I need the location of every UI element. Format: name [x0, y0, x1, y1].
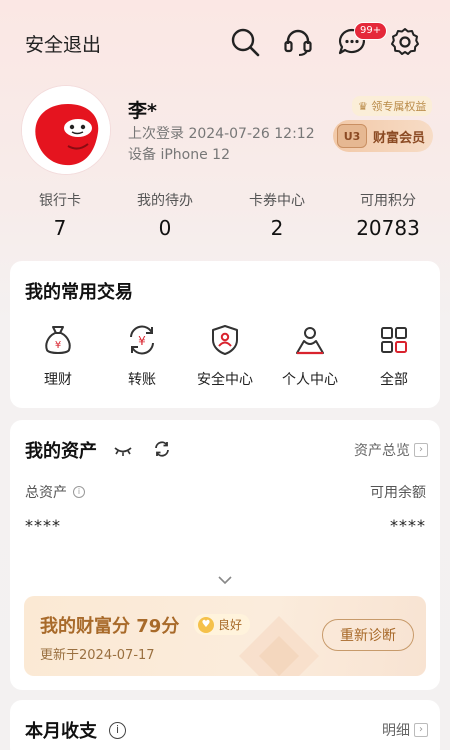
- tx-label: 转账: [128, 372, 156, 388]
- svg-text:¥: ¥: [138, 334, 146, 348]
- rediagnose-button[interactable]: 重新诊断: [322, 619, 414, 651]
- settings-icon[interactable]: [389, 26, 421, 58]
- stat-label: 可用积分: [360, 193, 416, 209]
- eye-hidden-icon[interactable]: [114, 442, 132, 461]
- tx-wealth-management[interactable]: ¥ 理财: [15, 323, 101, 389]
- account-stats: 银行卡 7 我的待办 0 卡券中心 2 可用积分 20783: [0, 190, 450, 250]
- profile-section: 李* 上次登录 2024-07-26 12:12 设备 iPhone 12 ♛ …: [0, 86, 450, 186]
- frequent-transactions-card: 我的常用交易 ¥ 理财 ¥ 转账 安全中心 个人中心 全部: [10, 261, 440, 408]
- svg-text:¥: ¥: [55, 340, 61, 351]
- last-login-text: 上次登录 2024-07-26 12:12: [128, 126, 315, 142]
- tx-label: 理财: [44, 372, 72, 388]
- stat-value: 20783: [356, 216, 420, 240]
- perk-label: 领专属权益: [371, 100, 427, 113]
- monthly-title-group: 本月收支 i: [25, 717, 126, 743]
- available-balance-value: ****: [390, 516, 426, 535]
- wealth-grade-label: 良好: [218, 618, 243, 632]
- total-assets-value: ****: [25, 516, 61, 535]
- stat-todo[interactable]: 我的待办 0: [110, 190, 220, 240]
- asset-overview-link[interactable]: 资产总览 ›: [354, 440, 428, 460]
- tx-label: 安全中心: [197, 372, 253, 388]
- wealth-grade-badge: ♥ 良好: [194, 614, 251, 635]
- avatar[interactable]: [22, 86, 110, 174]
- stat-label: 卡券中心: [249, 193, 305, 209]
- detail-label: 明细: [382, 723, 410, 739]
- card-title: 我的常用交易: [25, 282, 133, 303]
- transfer-icon: ¥: [99, 323, 185, 357]
- user-name: 李*: [128, 100, 157, 122]
- total-assets-label-group: 总资产 i: [25, 482, 85, 502]
- logout-button[interactable]: 安全退出: [25, 30, 101, 57]
- detail-link[interactable]: 明细 ›: [382, 720, 428, 740]
- tx-transfer[interactable]: ¥ 转账: [99, 323, 185, 389]
- monthly-title: 本月收支: [25, 721, 97, 742]
- tx-label: 个人中心: [282, 372, 338, 388]
- member-label: 财富会员: [373, 130, 426, 146]
- monthly-income-card: 本月收支 i 明细 ›: [10, 700, 440, 750]
- stat-coupons[interactable]: 卡券中心 2: [222, 190, 332, 240]
- info-icon[interactable]: i: [73, 486, 85, 498]
- wealth-score-title: 我的财富分 79分: [40, 616, 180, 637]
- stat-value: 7: [53, 216, 67, 240]
- tx-all[interactable]: 全部: [351, 323, 437, 389]
- stat-bank-cards[interactable]: 银行卡 7: [5, 190, 115, 240]
- tx-label: 全部: [380, 372, 408, 388]
- wealth-updated-text: 更新于2024-07-17: [40, 648, 155, 663]
- asset-overview-label: 资产总览: [354, 443, 410, 459]
- stat-value: 2: [270, 216, 284, 240]
- refresh-icon[interactable]: [153, 440, 171, 462]
- person-icon: [267, 323, 353, 357]
- shield-icon: [182, 323, 268, 357]
- member-badge[interactable]: U3 财富会员: [333, 120, 433, 152]
- stat-label: 银行卡: [39, 193, 81, 209]
- message-badge: 99+: [354, 22, 388, 40]
- grid-icon: [351, 323, 437, 357]
- search-icon[interactable]: [229, 26, 261, 58]
- chevron-down-icon[interactable]: [217, 570, 233, 589]
- wealth-score-panel[interactable]: 我的财富分 79分 ♥ 良好 更新于2024-07-17 重新诊断: [24, 596, 426, 676]
- exclusive-perk-link[interactable]: ♛ 领专属权益: [352, 96, 433, 116]
- assets-title: 我的资产: [25, 441, 97, 462]
- device-text: 设备 iPhone 12: [128, 147, 230, 163]
- chevron-right-icon: ›: [414, 723, 428, 737]
- chevron-right-icon: ›: [414, 443, 428, 457]
- available-balance-label: 可用余额: [370, 485, 426, 501]
- member-level-icon: U3: [337, 124, 367, 148]
- stat-label: 我的待办: [137, 193, 193, 209]
- tx-personal-center[interactable]: 个人中心: [267, 323, 353, 389]
- total-assets-label: 总资产: [25, 485, 67, 501]
- assets-card: 我的资产 资产总览 › 总资产 i 可用余额 **** **** 我的财富分 7…: [10, 420, 440, 690]
- tx-security-center[interactable]: 安全中心: [182, 323, 268, 389]
- crown-icon: ♛: [358, 100, 368, 113]
- stat-points[interactable]: 可用积分 20783: [333, 190, 443, 240]
- moneybag-icon: ¥: [15, 323, 101, 357]
- info-icon[interactable]: i: [109, 721, 126, 739]
- top-bar: 安全退出 99+: [0, 0, 450, 86]
- stat-value: 0: [158, 216, 172, 240]
- heart-icon: ♥: [198, 616, 214, 633]
- headset-icon[interactable]: [282, 26, 314, 58]
